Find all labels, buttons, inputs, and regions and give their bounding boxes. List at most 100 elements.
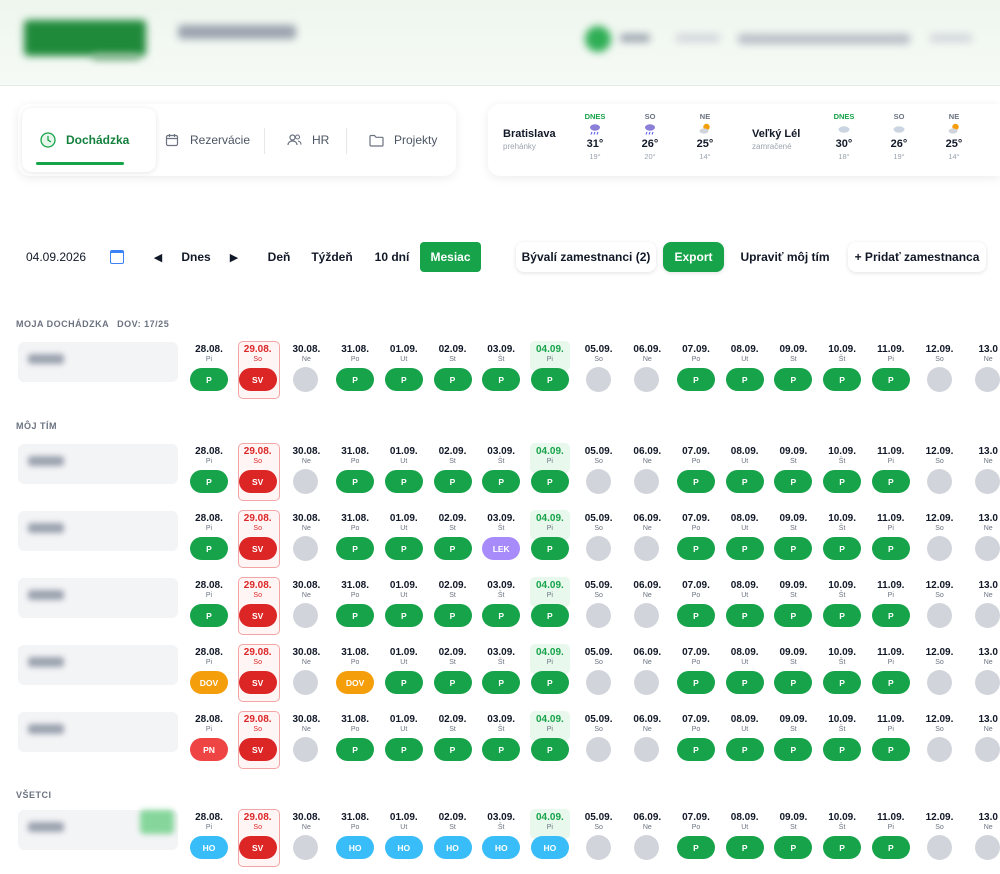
day-cell[interactable]: 29.08. So SV [237,442,280,501]
status-badge[interactable]: P [774,368,813,391]
day-cell[interactable]: 06.09. Ne [627,643,667,701]
day-cell[interactable]: 04.09. Pi P [529,340,570,398]
status-badge[interactable]: P [433,604,472,627]
view-10days-button[interactable]: 10 dní [366,242,418,272]
day-cell[interactable]: 13.0 Ne [968,643,1000,701]
status-badge[interactable]: P [725,604,764,627]
day-cell[interactable]: 29.08. So SV [237,710,280,769]
status-badge[interactable]: P [336,537,375,560]
logout-link[interactable] [930,34,972,42]
status-badge[interactable]: P [677,470,715,493]
status-badge[interactable]: P [384,537,423,560]
status-badge[interactable]: P [677,368,715,391]
empty-status[interactable] [585,835,611,860]
header-link[interactable] [676,34,720,42]
status-badge[interactable]: P [482,470,521,493]
prev-period-button[interactable]: ◀ [148,242,168,272]
day-cell[interactable]: 29.08. So SV [237,808,280,867]
day-cell[interactable]: 08.09. Ut P [725,442,765,500]
status-badge[interactable]: P [482,738,521,761]
empty-status[interactable] [975,367,1000,392]
day-cell[interactable]: 06.09. Ne [627,442,667,500]
empty-status[interactable] [293,737,319,762]
day-cell[interactable]: 06.09. Ne [627,808,667,866]
empty-status[interactable] [926,469,952,494]
status-badge[interactable]: P [871,836,910,859]
status-badge[interactable]: SV [238,738,277,761]
day-cell[interactable]: 13.0 Ne [968,340,1000,398]
status-badge[interactable]: P [482,368,521,391]
day-cell[interactable]: 04.09. Pi P [529,710,570,768]
day-cell[interactable]: 03.09. Št P [481,643,521,701]
day-cell[interactable]: 30.08. Ne [286,643,326,701]
status-badge[interactable]: P [384,470,423,493]
day-cell[interactable]: 07.09. Po P [676,340,716,398]
day-cell[interactable]: 07.09. Po P [676,808,716,866]
status-badge[interactable]: SV [238,537,277,560]
status-badge[interactable]: P [725,368,764,391]
export-button[interactable]: Export [663,242,724,272]
day-cell[interactable]: 05.09. So [579,643,619,701]
empty-status[interactable] [585,536,611,561]
empty-status[interactable] [293,670,319,695]
day-cell[interactable]: 02.09. St P [433,643,473,701]
status-badge[interactable]: SV [238,671,277,694]
status-badge[interactable]: P [774,738,813,761]
status-badge[interactable]: P [190,368,228,391]
day-cell[interactable]: 05.09. So [579,808,619,866]
day-cell[interactable]: 28.08. Pi P [189,340,229,398]
empty-status[interactable] [585,603,611,628]
day-cell[interactable]: 10.09. Št P [822,710,862,768]
day-cell[interactable]: 01.09. Ut P [384,710,424,768]
day-cell[interactable]: 06.09. Ne [627,340,667,398]
day-cell[interactable]: 29.08. So SV [237,509,280,568]
status-badge[interactable]: P [823,738,862,761]
empty-status[interactable] [926,737,952,762]
status-badge[interactable]: P [871,368,910,391]
day-cell[interactable]: 30.08. Ne [286,576,326,634]
status-badge[interactable]: P [190,470,228,493]
day-cell[interactable]: 30.08. Ne [286,808,326,866]
add-employee-button[interactable]: + Pridať zamestnanca [848,242,986,272]
status-badge[interactable]: P [871,604,910,627]
day-cell[interactable]: 02.09. St P [433,442,473,500]
status-badge[interactable]: SV [238,470,277,493]
day-cell[interactable]: 13.0 Ne [968,710,1000,768]
day-cell[interactable]: 08.09. Ut P [725,710,765,768]
day-cell[interactable]: 01.09. Ut P [384,442,424,500]
status-badge[interactable]: P [823,470,862,493]
day-cell[interactable]: 31.08. Po DOV [335,643,375,701]
day-cell[interactable]: 02.09. St P [433,576,473,634]
empty-status[interactable] [975,835,1000,860]
status-badge[interactable]: P [190,537,228,560]
day-cell[interactable]: 01.09. Ut P [384,643,424,701]
status-badge[interactable]: P [774,671,813,694]
day-cell[interactable]: 11.09. Pi P [871,808,911,866]
today-button[interactable]: Dnes [174,242,218,272]
status-badge[interactable]: P [384,368,423,391]
status-badge[interactable]: P [871,470,910,493]
status-badge[interactable]: PN [190,738,228,761]
status-badge[interactable]: P [384,604,423,627]
nav-item-dochadzka[interactable]: Dochádzka [40,104,129,176]
status-badge[interactable]: P [677,604,715,627]
nav-item-rezervacie[interactable]: Rezervácie [164,104,250,176]
status-badge[interactable]: P [823,368,862,391]
status-badge[interactable]: P [725,470,764,493]
status-badge[interactable]: P [677,738,715,761]
status-badge[interactable]: P [433,537,472,560]
day-cell[interactable]: 03.09. Št LEK [481,509,521,567]
day-cell[interactable]: 11.09. Pi P [871,576,911,634]
day-cell[interactable]: 28.08. Pi HO [189,808,229,866]
day-cell[interactable]: 06.09. Ne [627,710,667,768]
empty-status[interactable] [975,737,1000,762]
day-cell[interactable]: 29.08. So SV [237,576,280,635]
day-cell[interactable]: 12.09. So [920,576,960,634]
empty-status[interactable] [926,603,952,628]
empty-status[interactable] [293,536,319,561]
day-cell[interactable]: 28.08. Pi PN [189,710,229,768]
day-cell[interactable]: 09.09. St P [773,643,813,701]
status-badge[interactable]: P [336,368,375,391]
empty-status[interactable] [585,367,611,392]
day-cell[interactable]: 28.08. Pi DOV [189,643,229,701]
